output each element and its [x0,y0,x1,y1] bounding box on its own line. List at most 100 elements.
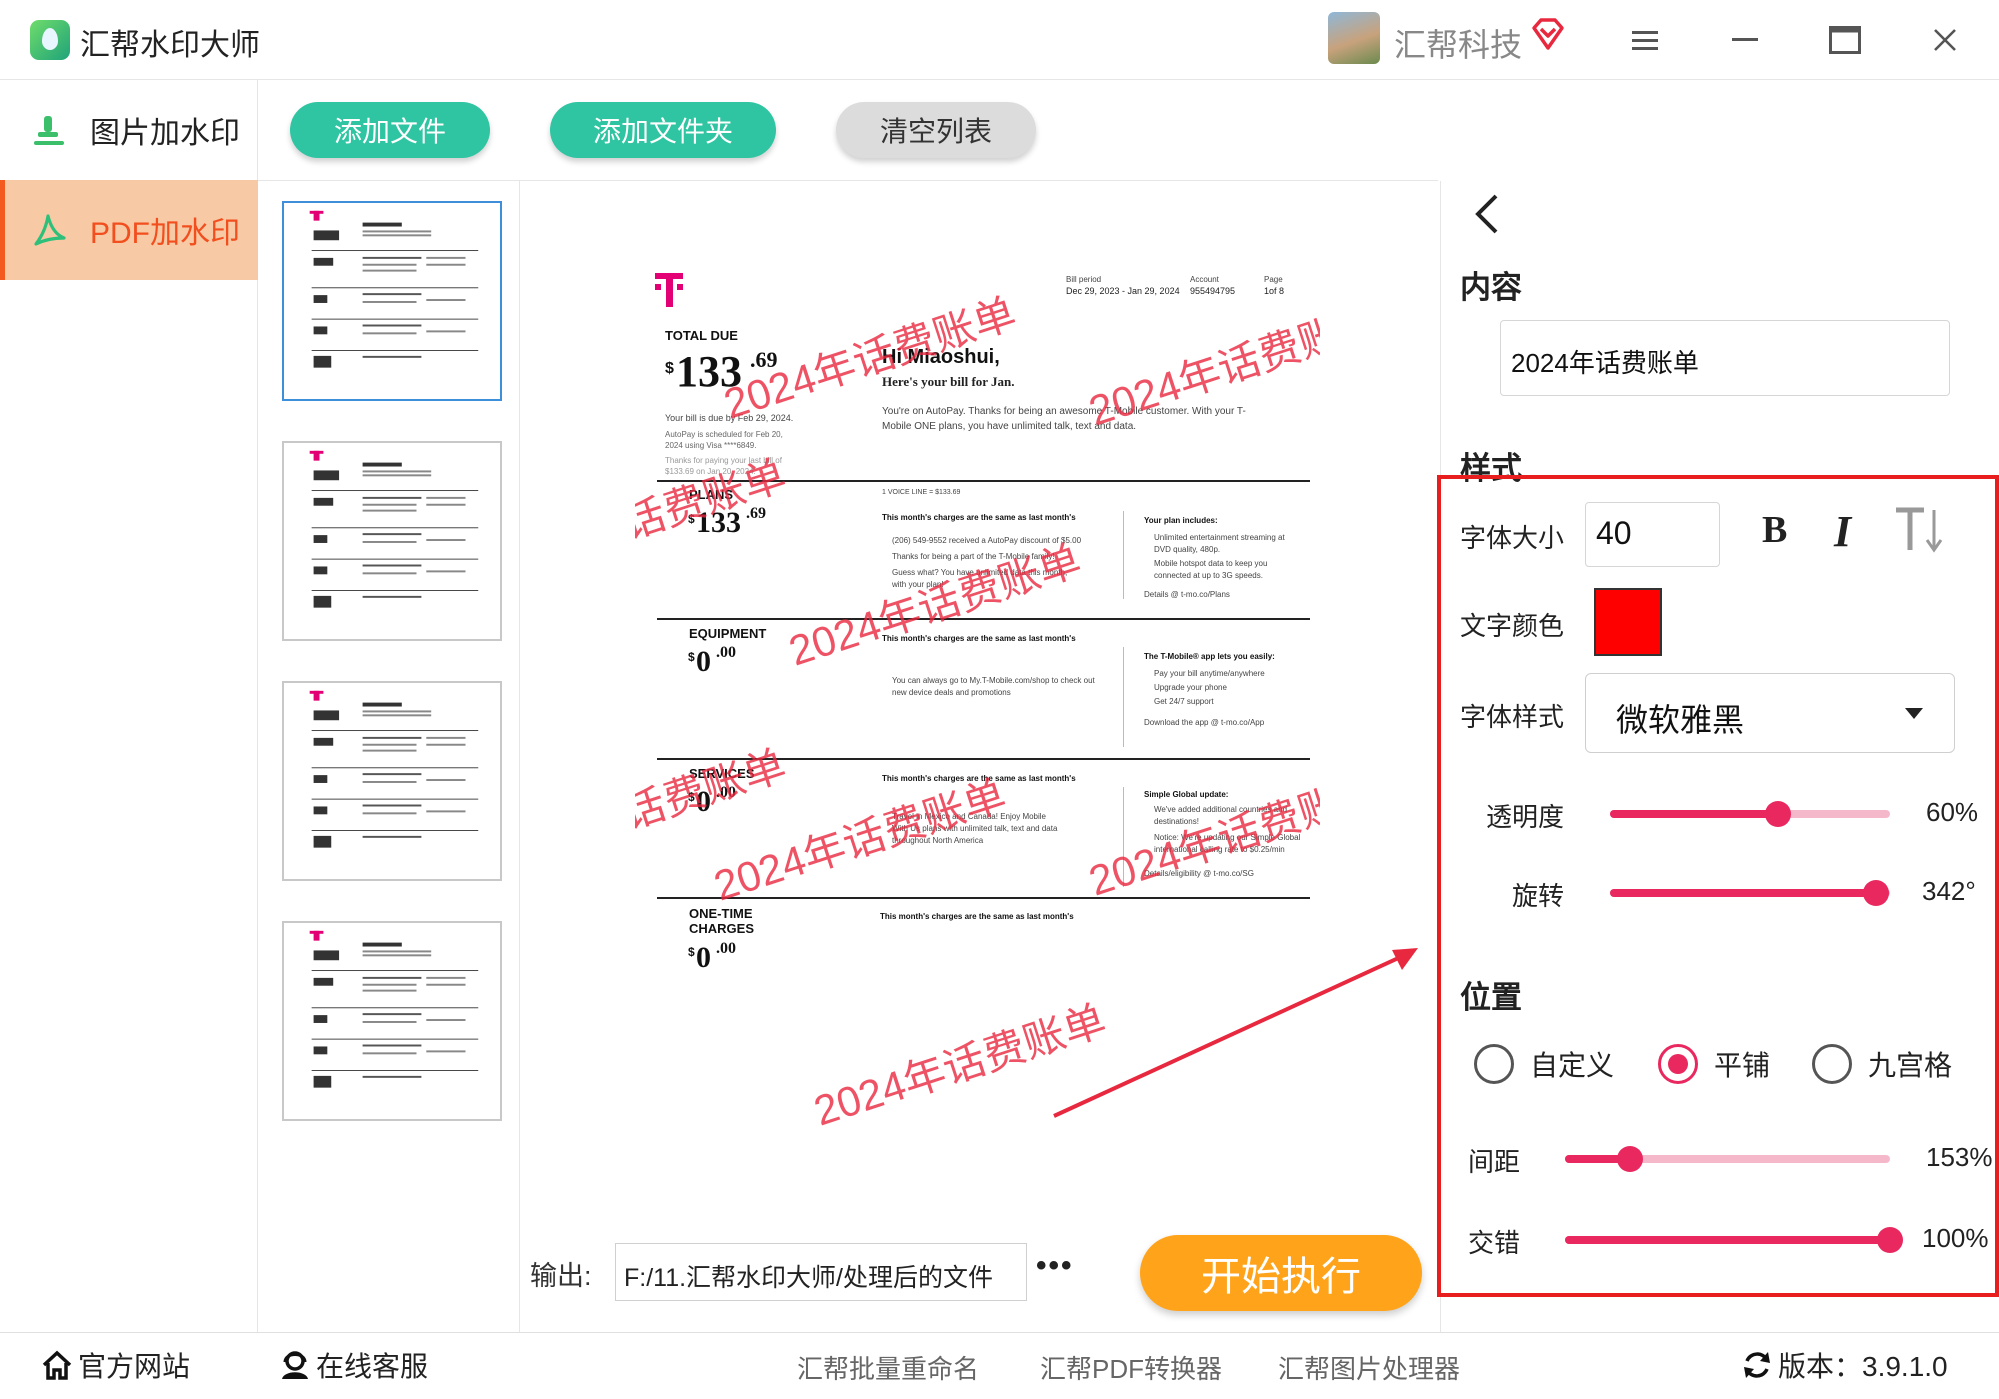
radio-circle [1812,1044,1852,1084]
browse-more-button[interactable]: ••• [1036,1251,1074,1281]
section-cents: .00 [716,644,736,661]
menu-button[interactable] [1625,20,1665,60]
title-bar [0,0,1999,80]
online-service-label: 在线客服 [316,1351,429,1382]
radio-label: 自定义 [1530,1050,1615,1081]
thumbnail-page-icon [309,450,479,608]
sidebar-item-image-watermark[interactable]: 图片加水印 [0,80,258,180]
image-processor-link[interactable]: 汇帮图片处理器 [1278,1349,1460,1386]
stagger-slider[interactable] [1565,1227,1903,1253]
add-folder-button[interactable]: 添加文件夹 [550,102,776,158]
text-color-swatch[interactable] [1594,588,1662,656]
close-button[interactable] [1925,20,1965,60]
tmobile-logo-icon [655,273,683,307]
section-amount: 0 [696,941,711,974]
rotation-slider[interactable] [1610,880,1890,906]
add-file-button[interactable]: 添加文件 [290,102,490,158]
side-footer: Download the app @ t-mo.co/App [1144,718,1265,727]
account-value: 955494795 [1190,286,1235,296]
hamburger-icon [1632,31,1658,50]
sidebar-item-pdf-watermark[interactable]: PDF加水印 [0,180,258,280]
stagger-label: 交错 [1468,1228,1521,1258]
page-thumbnail[interactable] [282,921,502,1121]
clear-list-button[interactable]: 清空列表 [836,102,1036,158]
app-window: 汇帮水印大师 汇帮科技 图片加水印 PDF加水印 添加文件 添加文件夹 清空列表… [0,0,1999,1399]
home-icon [42,1350,72,1380]
minimize-icon [1732,38,1758,41]
section-cents: .00 [716,940,736,957]
maximize-button[interactable] [1825,20,1865,60]
chevron-down-icon [1905,708,1923,719]
position-radio-grid[interactable]: 九宫格 [1812,1044,1952,1084]
start-button[interactable]: 开始执行 [1140,1235,1422,1311]
side-footer: Details @ t-mo.co/Plans [1144,590,1230,599]
autopay-note: AutoPay is scheduled for Feb 20, [665,430,783,439]
section-amount: 0 [696,645,711,678]
customer-service-icon [282,1351,308,1379]
opacity-value: 60% [1926,797,1979,827]
vertical-text-icon[interactable] [1894,504,1944,556]
page-thumbnail[interactable] [282,441,502,641]
rotation-label: 旋转 [1512,881,1565,911]
version-label: 版本：3.9.1.0 [1778,1351,1948,1382]
stamp-icon [34,116,64,145]
pdf-converter-link[interactable]: 汇帮PDF转换器 [1040,1349,1222,1386]
slider-handle[interactable] [1877,1227,1903,1253]
sidebar-item-label: 图片加水印 [90,117,240,150]
version-info[interactable]: 版本：3.9.1.0 [1740,1345,1948,1385]
back-chevron-icon[interactable] [1470,192,1504,236]
minimize-button[interactable] [1725,20,1765,60]
italic-button[interactable]: I [1834,506,1851,557]
slider-handle[interactable] [1863,880,1889,906]
side-bullet: Mobile hotspot data to keep you [1154,559,1267,568]
user-avatar[interactable] [1328,12,1380,64]
font-style-label: 字体样式 [1460,702,1565,732]
intro-text: You're on AutoPay. Thanks for being an a… [882,406,1246,417]
section-name: ONE-TIME [689,906,753,921]
spacing-label: 间距 [1468,1147,1521,1177]
section-name: EQUIPMENT [689,626,766,641]
opacity-label: 透明度 [1486,802,1565,832]
app-title: 汇帮水印大师 [80,29,260,62]
user-name[interactable]: 汇帮科技 [1394,20,1522,66]
official-site-link[interactable]: 官方网站 [40,1345,190,1385]
side-title: Your plan includes: [1144,516,1218,525]
slider-fill [1565,1236,1890,1244]
side-bullet: connected at up to 3G speeds. [1154,571,1263,580]
sidebar: 图片加水印 PDF加水印 [0,80,258,1332]
line-note: 1 VOICE LINE = $133.69 [882,489,961,496]
font-family-select[interactable]: 微软雅黑 [1585,673,1955,753]
output-label: 输出: [530,1261,592,1291]
pdf-icon [34,214,66,246]
opacity-slider[interactable] [1610,801,1890,827]
sidebar-item-label: PDF加水印 [90,217,240,250]
radio-circle [1658,1044,1698,1084]
position-radio-custom[interactable]: 自定义 [1474,1044,1614,1084]
font-size-input[interactable]: 40 [1585,502,1720,567]
section-heading: This month's charges are the same as las… [880,912,1074,921]
page-thumbnail[interactable] [282,681,502,881]
batch-rename-link[interactable]: 汇帮批量重命名 [797,1349,979,1386]
vip-diamond-icon[interactable] [1530,16,1566,52]
total-due-label: TOTAL DUE [665,328,738,343]
watermark-text-input[interactable]: 2024年话费账单 [1500,320,1950,396]
spacing-slider[interactable] [1565,1146,1890,1172]
bold-button[interactable]: B [1762,508,1787,552]
slider-handle[interactable] [1617,1146,1643,1172]
autopay-note: 2024 using Visa ****6849. [665,441,756,450]
thumbnail-page-icon [309,210,479,368]
dollar-sign: $ [665,360,674,377]
online-service-link[interactable]: 在线客服 [278,1345,428,1385]
spacing-value: 153% [1926,1142,1993,1172]
page-label: Page [1264,275,1283,284]
output-path-field[interactable]: F:/11.汇帮水印大师/处理后的文件 [615,1243,1027,1301]
position-radio-tile[interactable]: 平铺 [1658,1044,1770,1084]
radio-label: 九宫格 [1868,1050,1953,1081]
annotation-arrow [1053,948,1418,1118]
account-label: Account [1190,275,1220,284]
page-thumbnail[interactable] [282,201,502,401]
side-bullet: DVD quality, 480p. [1154,545,1220,554]
slider-handle[interactable] [1765,801,1791,827]
dollar-sign: $ [688,945,695,959]
dollar-sign: $ [688,650,695,664]
